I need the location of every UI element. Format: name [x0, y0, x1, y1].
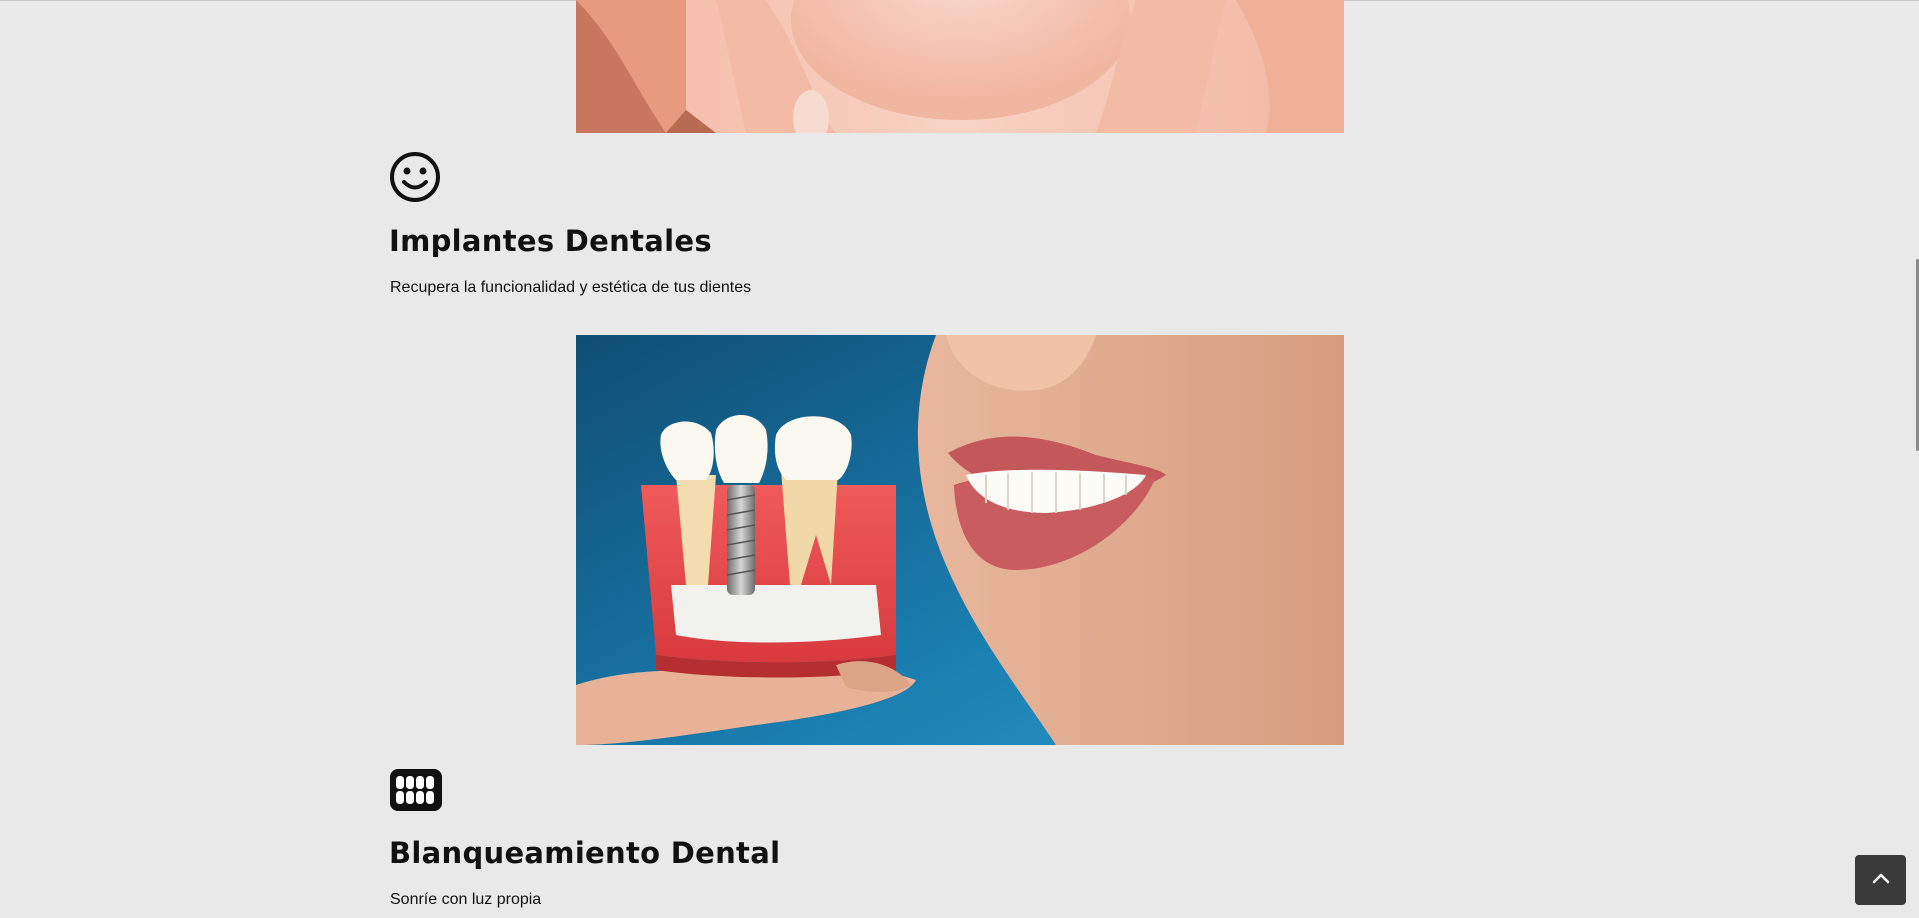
service-description: Recupera la funcionalidad y estética de … [390, 279, 752, 296]
service-title: Implantes Dentales [389, 224, 712, 258]
implant-service-photo [576, 335, 1344, 745]
service-description: Sonríe con luz propia [390, 891, 542, 908]
service-title: Blanqueamiento Dental [389, 836, 781, 870]
chevron-up-icon [1872, 871, 1890, 889]
page: Implantes Dentales Recupera la funcional… [0, 0, 1919, 918]
teeth-icon [389, 768, 443, 812]
smile-icon [389, 151, 441, 203]
top-service-photo [576, 0, 1344, 133]
back-to-top-button[interactable] [1855, 855, 1906, 905]
